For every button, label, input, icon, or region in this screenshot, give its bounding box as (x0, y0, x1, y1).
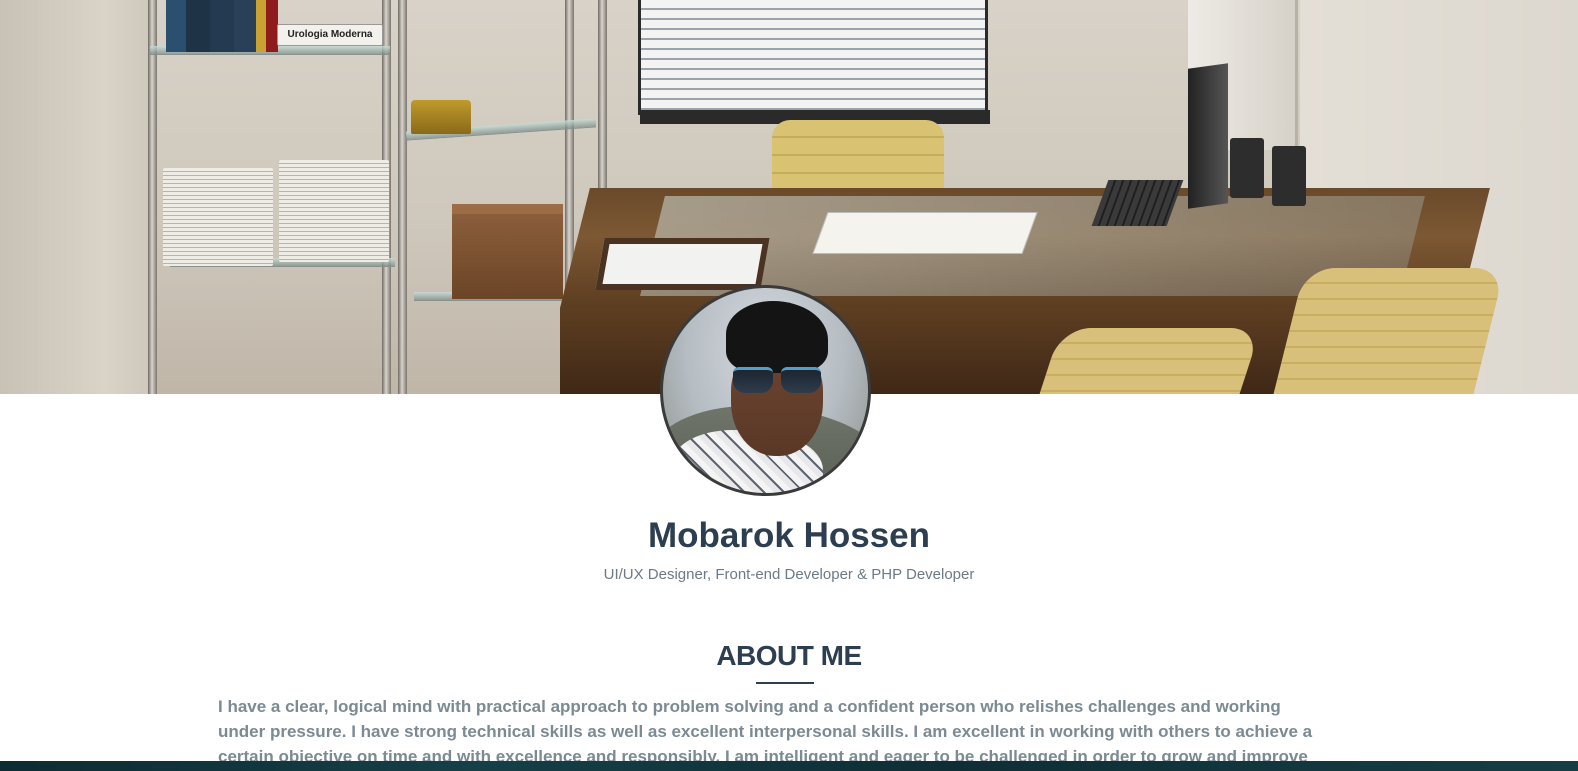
window-blinds (638, 0, 988, 115)
toy-tram (411, 100, 471, 134)
storage-box (452, 204, 563, 299)
about-divider (756, 682, 814, 684)
profile-tagline: UI/UX Designer, Front-end Developer & PH… (603, 566, 975, 583)
shelf-post (398, 0, 407, 394)
desk-paper (812, 212, 1038, 254)
book (166, 0, 186, 52)
about-text: I have a clear, logical mind with practi… (218, 697, 1313, 766)
book (210, 0, 234, 52)
profile-page: Urologia Moderna Mobarok Hossen UI/UX De… (0, 0, 1578, 771)
about-heading: ABOUT ME (716, 640, 862, 671)
desk-binder (595, 238, 770, 290)
profile-avatar (660, 285, 871, 496)
book (256, 0, 266, 52)
speaker (1272, 146, 1306, 206)
bottom-bar (0, 761, 1578, 771)
magazine-stack (163, 168, 273, 266)
magazine-stack (279, 160, 389, 262)
book (186, 0, 210, 52)
shelf-post (148, 0, 157, 394)
guest-chair (1265, 268, 1505, 394)
profile-name: Mobarok Hossen (648, 516, 930, 555)
shelf-sign: Urologia Moderna (277, 24, 383, 46)
speaker (1230, 138, 1264, 198)
book (234, 0, 256, 52)
hero-wall-left (0, 0, 150, 394)
monitor (1188, 63, 1228, 209)
